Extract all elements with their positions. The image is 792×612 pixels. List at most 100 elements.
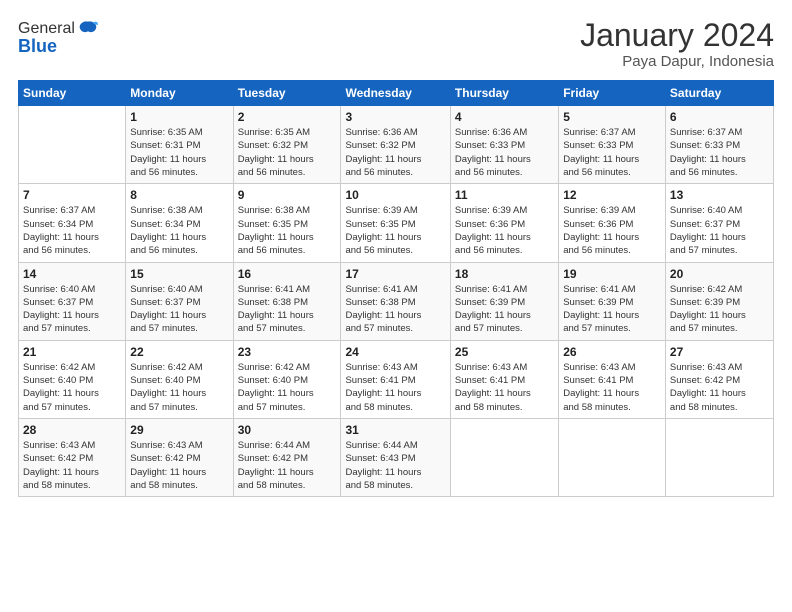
day-info: Sunrise: 6:43 AM Sunset: 6:42 PM Dayligh…: [130, 439, 228, 492]
calendar-day: 3 Sunrise: 6:36 AM Sunset: 6:32 PM Daylig…: [341, 106, 450, 184]
calendar-day: 18 Sunrise: 6:41 AM Sunset: 6:39 PM Dayli…: [450, 262, 558, 340]
day-info: Sunrise: 6:40 AM Sunset: 6:37 PM Dayligh…: [670, 204, 769, 257]
day-info: Sunrise: 6:43 AM Sunset: 6:41 PM Dayligh…: [563, 361, 661, 414]
day-number: 11: [455, 188, 554, 202]
calendar-day: 15 Sunrise: 6:40 AM Sunset: 6:37 PM Dayli…: [126, 262, 233, 340]
day-info: Sunrise: 6:39 AM Sunset: 6:35 PM Dayligh…: [345, 204, 445, 257]
day-number: 1: [130, 110, 228, 124]
day-info: Sunrise: 6:36 AM Sunset: 6:32 PM Dayligh…: [345, 126, 445, 179]
header-row: Sunday Monday Tuesday Wednesday Thursday…: [19, 81, 774, 106]
day-number: 10: [345, 188, 445, 202]
day-number: 18: [455, 267, 554, 281]
day-number: 8: [130, 188, 228, 202]
calendar-day: 11 Sunrise: 6:39 AM Sunset: 6:36 PM Dayli…: [450, 184, 558, 262]
calendar-week-4: 21 Sunrise: 6:42 AM Sunset: 6:40 PM Dayli…: [19, 340, 774, 418]
calendar-week-2: 7Sunrise: 6:37 AM Sunset: 6:34 PM Daylig…: [19, 184, 774, 262]
day-info: Sunrise: 6:42 AM Sunset: 6:40 PM Dayligh…: [130, 361, 228, 414]
day-number: 21: [23, 345, 121, 359]
col-thursday: Thursday: [450, 81, 558, 106]
col-tuesday: Tuesday: [233, 81, 341, 106]
month-title: January 2024: [580, 18, 774, 53]
calendar-day: 24 Sunrise: 6:43 AM Sunset: 6:41 PM Dayli…: [341, 340, 450, 418]
calendar-week-5: 28 Sunrise: 6:43 AM Sunset: 6:42 PM Dayli…: [19, 418, 774, 496]
col-wednesday: Wednesday: [341, 81, 450, 106]
logo: General Blue: [18, 18, 99, 57]
day-info: Sunrise: 6:37 AM Sunset: 6:34 PM Dayligh…: [23, 204, 121, 257]
calendar-day: [450, 418, 558, 496]
calendar-day: 30 Sunrise: 6:44 AM Sunset: 6:42 PM Dayli…: [233, 418, 341, 496]
day-info: Sunrise: 6:40 AM Sunset: 6:37 PM Dayligh…: [130, 283, 228, 336]
calendar-week-3: 14 Sunrise: 6:40 AM Sunset: 6:37 PM Dayli…: [19, 262, 774, 340]
title-block: January 2024 Paya Dapur, Indonesia: [580, 18, 774, 70]
day-info: Sunrise: 6:44 AM Sunset: 6:42 PM Dayligh…: [238, 439, 337, 492]
day-info: Sunrise: 6:39 AM Sunset: 6:36 PM Dayligh…: [455, 204, 554, 257]
day-number: 31: [345, 423, 445, 437]
calendar-day: 29Sunrise: 6:43 AM Sunset: 6:42 PM Dayli…: [126, 418, 233, 496]
day-number: 13: [670, 188, 769, 202]
calendar-day: 14 Sunrise: 6:40 AM Sunset: 6:37 PM Dayli…: [19, 262, 126, 340]
day-number: 16: [238, 267, 337, 281]
day-number: 23: [238, 345, 337, 359]
day-info: Sunrise: 6:41 AM Sunset: 6:38 PM Dayligh…: [345, 283, 445, 336]
calendar-day: 20Sunrise: 6:42 AM Sunset: 6:39 PM Dayli…: [665, 262, 773, 340]
calendar-day: 23 Sunrise: 6:42 AM Sunset: 6:40 PM Dayli…: [233, 340, 341, 418]
calendar-day: [559, 418, 666, 496]
day-info: Sunrise: 6:36 AM Sunset: 6:33 PM Dayligh…: [455, 126, 554, 179]
day-info: Sunrise: 6:37 AM Sunset: 6:33 PM Dayligh…: [670, 126, 769, 179]
day-info: Sunrise: 6:42 AM Sunset: 6:40 PM Dayligh…: [23, 361, 121, 414]
calendar-day: 13 Sunrise: 6:40 AM Sunset: 6:37 PM Dayli…: [665, 184, 773, 262]
day-info: Sunrise: 6:35 AM Sunset: 6:31 PM Dayligh…: [130, 126, 228, 179]
calendar-day: 4 Sunrise: 6:36 AM Sunset: 6:33 PM Daylig…: [450, 106, 558, 184]
calendar-day: 6 Sunrise: 6:37 AM Sunset: 6:33 PM Daylig…: [665, 106, 773, 184]
day-info: Sunrise: 6:43 AM Sunset: 6:41 PM Dayligh…: [345, 361, 445, 414]
col-saturday: Saturday: [665, 81, 773, 106]
day-number: 3: [345, 110, 445, 124]
calendar-day: 16 Sunrise: 6:41 AM Sunset: 6:38 PM Dayli…: [233, 262, 341, 340]
calendar-day: 26 Sunrise: 6:43 AM Sunset: 6:41 PM Dayli…: [559, 340, 666, 418]
day-info: Sunrise: 6:42 AM Sunset: 6:40 PM Dayligh…: [238, 361, 337, 414]
day-number: 28: [23, 423, 121, 437]
day-number: 15: [130, 267, 228, 281]
day-info: Sunrise: 6:44 AM Sunset: 6:43 PM Dayligh…: [345, 439, 445, 492]
day-info: Sunrise: 6:40 AM Sunset: 6:37 PM Dayligh…: [23, 283, 121, 336]
calendar-week-1: 1 Sunrise: 6:35 AM Sunset: 6:31 PM Daylig…: [19, 106, 774, 184]
location: Paya Dapur, Indonesia: [580, 53, 774, 70]
day-info: Sunrise: 6:41 AM Sunset: 6:39 PM Dayligh…: [455, 283, 554, 336]
calendar-day: 27Sunrise: 6:43 AM Sunset: 6:42 PM Dayli…: [665, 340, 773, 418]
calendar-table: Sunday Monday Tuesday Wednesday Thursday…: [18, 80, 774, 497]
day-number: 4: [455, 110, 554, 124]
day-number: 2: [238, 110, 337, 124]
day-number: 17: [345, 267, 445, 281]
day-number: 24: [345, 345, 445, 359]
day-info: Sunrise: 6:38 AM Sunset: 6:35 PM Dayligh…: [238, 204, 337, 257]
day-info: Sunrise: 6:38 AM Sunset: 6:34 PM Dayligh…: [130, 204, 228, 257]
day-info: Sunrise: 6:41 AM Sunset: 6:38 PM Dayligh…: [238, 283, 337, 336]
day-info: Sunrise: 6:43 AM Sunset: 6:41 PM Dayligh…: [455, 361, 554, 414]
calendar-day: 21 Sunrise: 6:42 AM Sunset: 6:40 PM Dayli…: [19, 340, 126, 418]
day-number: 25: [455, 345, 554, 359]
calendar-day: 5Sunrise: 6:37 AM Sunset: 6:33 PM Daylig…: [559, 106, 666, 184]
calendar-day: 28 Sunrise: 6:43 AM Sunset: 6:42 PM Dayli…: [19, 418, 126, 496]
day-info: Sunrise: 6:42 AM Sunset: 6:39 PM Dayligh…: [670, 283, 769, 336]
day-number: 6: [670, 110, 769, 124]
day-info: Sunrise: 6:39 AM Sunset: 6:36 PM Dayligh…: [563, 204, 661, 257]
day-info: Sunrise: 6:41 AM Sunset: 6:39 PM Dayligh…: [563, 283, 661, 336]
day-number: 14: [23, 267, 121, 281]
day-info: Sunrise: 6:43 AM Sunset: 6:42 PM Dayligh…: [23, 439, 121, 492]
calendar-day: 9 Sunrise: 6:38 AM Sunset: 6:35 PM Daylig…: [233, 184, 341, 262]
calendar-day: 2 Sunrise: 6:35 AM Sunset: 6:32 PM Daylig…: [233, 106, 341, 184]
day-number: 26: [563, 345, 661, 359]
day-info: Sunrise: 6:37 AM Sunset: 6:33 PM Dayligh…: [563, 126, 661, 179]
calendar-day: 19 Sunrise: 6:41 AM Sunset: 6:39 PM Dayli…: [559, 262, 666, 340]
day-number: 19: [563, 267, 661, 281]
calendar-day: 8 Sunrise: 6:38 AM Sunset: 6:34 PM Daylig…: [126, 184, 233, 262]
calendar-day: 17 Sunrise: 6:41 AM Sunset: 6:38 PM Dayli…: [341, 262, 450, 340]
day-info: Sunrise: 6:43 AM Sunset: 6:42 PM Dayligh…: [670, 361, 769, 414]
col-friday: Friday: [559, 81, 666, 106]
day-number: 30: [238, 423, 337, 437]
day-info: Sunrise: 6:35 AM Sunset: 6:32 PM Dayligh…: [238, 126, 337, 179]
day-number: 9: [238, 188, 337, 202]
calendar-day: 31 Sunrise: 6:44 AM Sunset: 6:43 PM Dayli…: [341, 418, 450, 496]
calendar-day: 12Sunrise: 6:39 AM Sunset: 6:36 PM Dayli…: [559, 184, 666, 262]
logo-bird-icon: [77, 18, 99, 40]
